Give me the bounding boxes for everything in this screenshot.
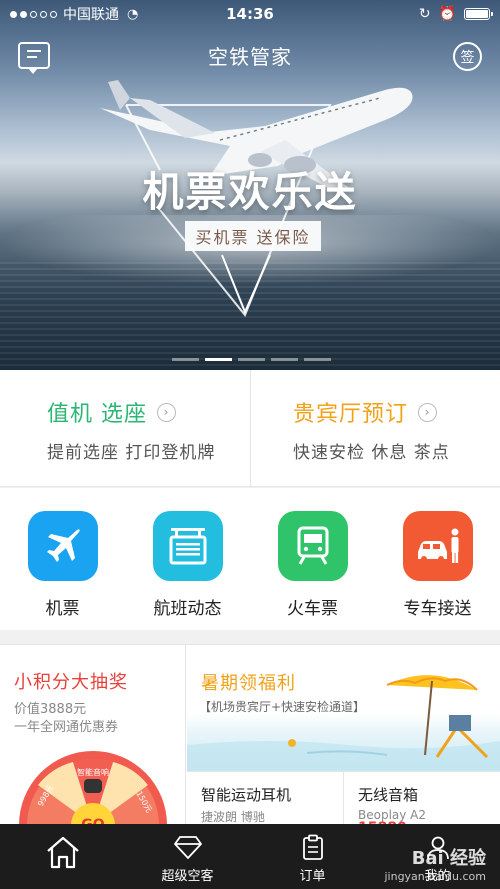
airplane-icon [27, 511, 98, 581]
checkin-seat-subtitle: 提前选座 打印登机牌 [47, 443, 216, 463]
service-label: 火车票 [287, 599, 338, 619]
tab-label: 订单 [299, 869, 326, 884]
product-speaker[interactable]: 无线音箱 Beoplay A2 15880 [343, 772, 499, 836]
service-label: 专车接送 [403, 599, 472, 619]
lottery-line-1: 价值3888元 [14, 702, 87, 717]
clipboard-icon [302, 834, 323, 860]
banner-title: 机票欢乐送 [142, 168, 358, 216]
car-driver-icon [402, 511, 473, 581]
sign-in-button[interactable]: 签 [453, 42, 482, 71]
battery-icon [464, 8, 493, 20]
train-icon [277, 511, 348, 581]
beach-illustration [187, 675, 500, 771]
service-grid: 机票 航班动态 火车票 专车接送 [0, 488, 500, 630]
service-train-tickets[interactable]: 火车票 [250, 488, 375, 630]
tab-super-airbus[interactable]: 超级空客 [125, 824, 250, 889]
lottery-wheel[interactable]: GO 智能音响 998元 150元 [18, 745, 168, 825]
pager-dot [172, 358, 199, 361]
promo-cards: 小积分大抽奖 价值3888元 一年全网通优惠券 GO 智能音响 998元 150… [0, 644, 500, 836]
top-bar: 空铁管家 签 [0, 34, 500, 76]
service-car-transfer[interactable]: 专车接送 [375, 488, 500, 630]
alarm-icon: ⏰ [438, 6, 456, 22]
service-label: 航班动态 [153, 599, 222, 619]
watermark-url: jingyan.baidu.com [384, 870, 486, 883]
banner-subtitle: 买机票 送保险 [185, 221, 321, 251]
product-name: 智能运动耳机 [201, 786, 292, 804]
wheel-prize-label: 智能音响 [77, 767, 109, 777]
lottery-card[interactable]: 小积分大抽奖 价值3888元 一年全网通优惠券 GO 智能音响 998元 150… [0, 645, 186, 825]
chevron-right-icon: › [418, 402, 438, 422]
app-title: 空铁管家 [208, 44, 292, 69]
summer-benefits-card[interactable]: 暑期领福利 【机场贵宾厅+快速安检通道】 [187, 645, 500, 771]
watermark-brand: Bai 经验 [411, 848, 486, 869]
promo-row: 值机 选座 › 提前选座 打印登机牌 贵宾厅预订 › 快速安检 休息 茶点 [0, 370, 500, 487]
vip-lounge-card[interactable]: 贵宾厅预订 › 快速安检 休息 茶点 [250, 370, 500, 487]
vip-lounge-subtitle: 快速安检 休息 茶点 [293, 443, 450, 463]
product-headphones[interactable]: 智能运动耳机 捷波朗 博驰 [187, 772, 343, 825]
flight-board-icon [152, 511, 223, 581]
chevron-right-icon: › [157, 402, 176, 422]
service-flight-tickets[interactable]: 机票 [0, 488, 125, 630]
service-label: 机票 [45, 599, 80, 619]
diamond-icon [173, 836, 202, 859]
wifi-icon: ◔ [127, 6, 139, 22]
product-brand: 捷波朗 博驰 [201, 810, 265, 824]
product-row: 智能运动耳机 捷波朗 博驰 无线音箱 Beoplay A2 15880 [187, 771, 500, 836]
message-icon[interactable] [18, 42, 50, 74]
carrier-name: 中国联通 [63, 7, 119, 23]
lottery-line-2: 一年全网通优惠券 [14, 720, 119, 735]
service-flight-status[interactable]: 航班动态 [125, 488, 250, 630]
pager-dot [304, 358, 331, 361]
baidu-jingyan-watermark: Bai 经验 jingyan.baidu.com [384, 844, 486, 883]
home-icon [46, 836, 79, 869]
signal-icon [10, 10, 57, 18]
hero-banner[interactable]: 中国联通 ◔ 14:36 ↻ ⏰ 空铁管家 签 机票欢乐送 买机票 送保险 [0, 0, 500, 370]
banner-pager [172, 358, 331, 361]
pager-dot [238, 358, 265, 361]
pager-dot [271, 358, 298, 361]
tab-home[interactable] [0, 824, 125, 889]
bottom-tab-bar: 超级空客 订单 我的 Bai 经验 jingyan.baidu.com [0, 824, 500, 889]
product-name: 无线音箱 [358, 786, 419, 804]
status-bar: 中国联通 ◔ 14:36 ↻ ⏰ [0, 0, 500, 28]
tab-orders[interactable]: 订单 [250, 824, 375, 889]
vip-lounge-title: 贵宾厅预订 [293, 402, 409, 427]
orientation-lock-icon: ↻ [418, 6, 431, 22]
tab-label: 超级空客 [161, 869, 214, 884]
pager-dot-active [205, 358, 232, 361]
lottery-title: 小积分大抽奖 [14, 672, 128, 693]
checkin-seat-title: 值机 选座 [47, 402, 147, 427]
checkin-seat-card[interactable]: 值机 选座 › 提前选座 打印登机牌 [0, 370, 250, 487]
